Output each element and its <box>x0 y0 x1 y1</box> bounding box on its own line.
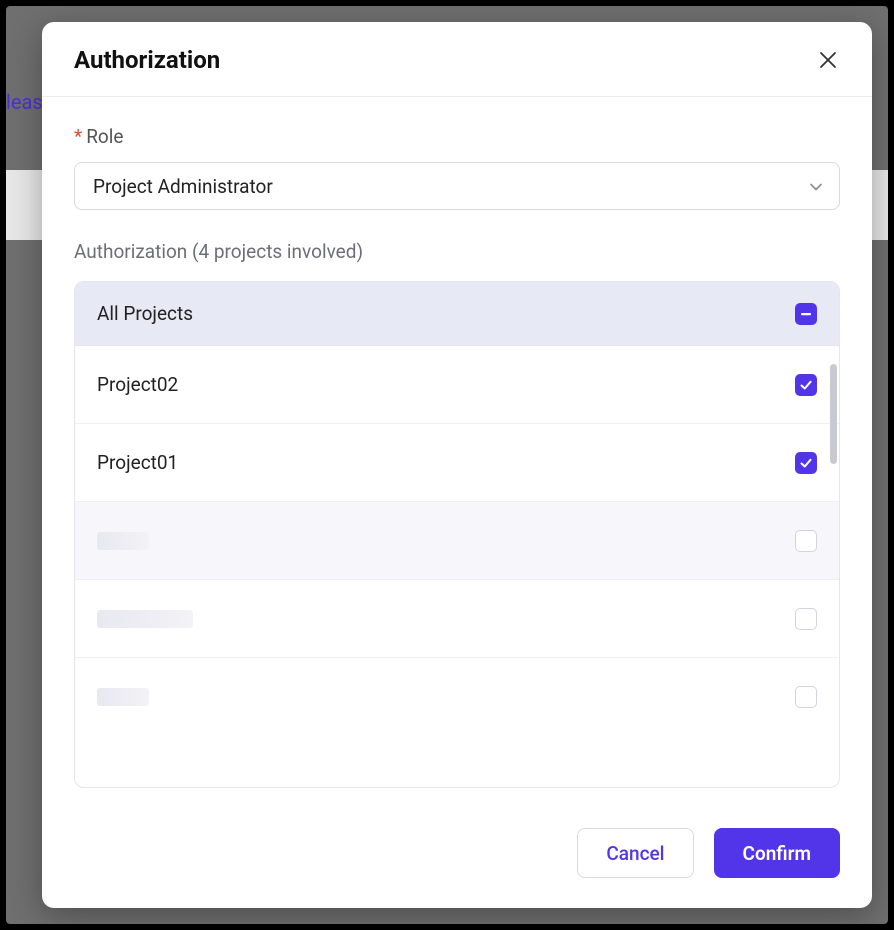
project-name: Project01 <box>97 451 178 474</box>
all-projects-row[interactable]: All Projects <box>75 282 839 346</box>
project-checkbox[interactable] <box>795 452 817 474</box>
required-indicator: * <box>74 125 82 148</box>
all-projects-checkbox[interactable] <box>795 303 817 325</box>
chevron-down-icon <box>809 175 823 198</box>
project-name: Project02 <box>97 373 178 396</box>
scrollbar-thumb[interactable] <box>830 364 837 464</box>
cancel-button[interactable]: Cancel <box>577 828 693 878</box>
close-button[interactable] <box>816 48 840 72</box>
project-checkbox[interactable] <box>795 530 817 552</box>
cancel-button-label: Cancel <box>606 842 664 865</box>
background-link-fragment: leas <box>6 90 43 114</box>
project-row[interactable] <box>75 502 839 580</box>
project-row[interactable] <box>75 580 839 658</box>
all-projects-label: All Projects <box>97 302 193 325</box>
modal-title: Authorization <box>74 46 220 74</box>
check-icon <box>799 456 813 470</box>
modal-header: Authorization <box>42 22 872 97</box>
project-name-redacted <box>97 688 149 706</box>
project-name-redacted <box>97 610 193 628</box>
project-checkbox[interactable] <box>795 374 817 396</box>
authorization-section-label: Authorization (4 projects involved) <box>74 240 840 263</box>
project-row[interactable]: Project02 <box>75 346 839 424</box>
role-label-text: Role <box>86 125 123 148</box>
close-icon <box>819 51 837 69</box>
indeterminate-icon <box>799 307 813 321</box>
project-checkbox[interactable] <box>795 686 817 708</box>
project-row[interactable]: Project01 <box>75 424 839 502</box>
confirm-button[interactable]: Confirm <box>714 828 840 878</box>
confirm-button-label: Confirm <box>743 842 811 865</box>
project-name-redacted <box>97 532 149 550</box>
modal-footer: Cancel Confirm <box>42 800 872 908</box>
project-scroll-area[interactable]: Project02 Project01 <box>75 346 839 787</box>
role-field-label: *Role <box>74 125 840 148</box>
check-icon <box>799 378 813 392</box>
project-checkbox[interactable] <box>795 608 817 630</box>
role-select[interactable]: Project Administrator <box>74 162 840 210</box>
modal-body: *Role Project Administrator Authorizatio… <box>42 97 872 800</box>
project-row[interactable] <box>75 658 839 736</box>
project-list: All Projects Project02 Project01 <box>74 281 840 788</box>
role-select-value: Project Administrator <box>93 175 273 198</box>
authorization-modal: Authorization *Role Project Administrato… <box>42 22 872 908</box>
